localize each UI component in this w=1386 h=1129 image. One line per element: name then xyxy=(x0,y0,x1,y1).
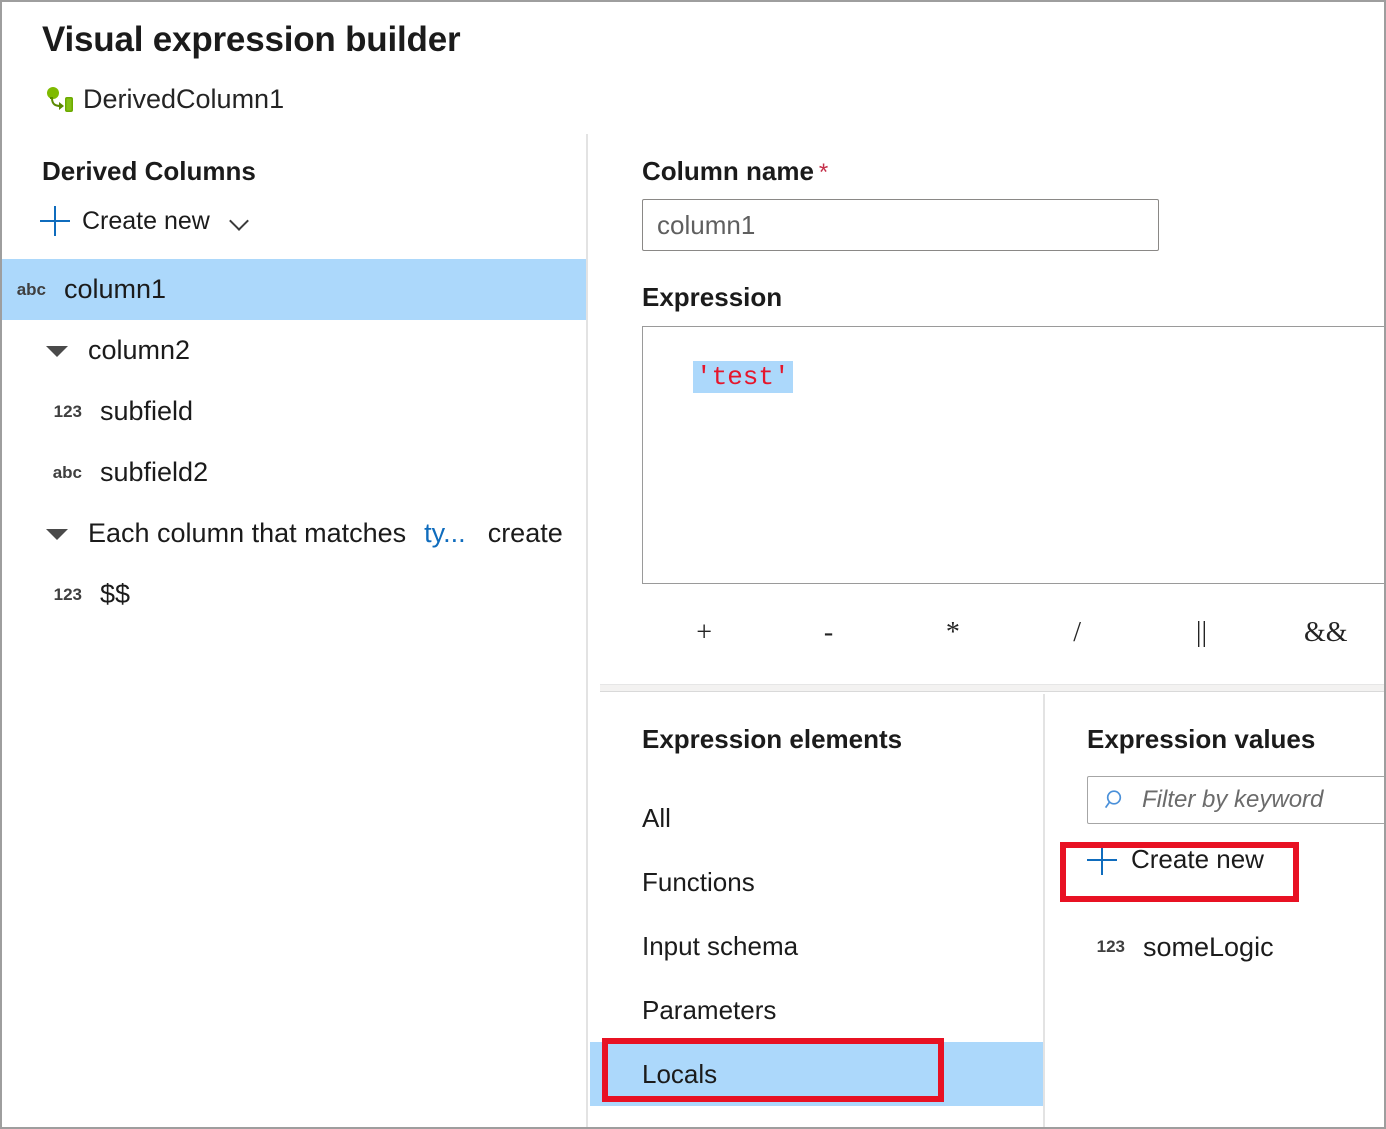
expression-element-input-schema[interactable]: Input schema xyxy=(590,914,1043,978)
column-name-input[interactable] xyxy=(642,199,1159,251)
expression-form-panel: Column name* Expression 'test' + - * / |… xyxy=(590,134,1386,686)
filter-search-box[interactable] xyxy=(1087,776,1386,824)
expression-values-panel: Expression values Create new 123 someLog… xyxy=(1045,694,1386,1129)
header: Visual expression builder DerivedColumn1 xyxy=(2,2,1384,134)
derived-column-icon xyxy=(46,87,74,113)
page-title: Visual expression builder xyxy=(42,20,460,60)
tree-item-column2[interactable]: column2 xyxy=(2,320,586,381)
filter-input[interactable] xyxy=(1140,785,1386,815)
expression-label: Expression xyxy=(642,282,782,313)
type-badge-123: 123 xyxy=(1045,937,1125,957)
operator-divide-button[interactable]: / xyxy=(1015,617,1139,649)
operator-multiply-button[interactable]: * xyxy=(891,617,1015,649)
tree-item-label: subfield xyxy=(100,396,193,427)
expression-element-all[interactable]: All xyxy=(590,786,1043,850)
type-badge-abc: abc xyxy=(38,463,82,483)
type-badge-abc: abc xyxy=(2,280,46,300)
expression-elements-heading: Expression elements xyxy=(642,724,902,755)
tree-item-label: column2 xyxy=(88,335,190,366)
expression-code-text: 'test' xyxy=(693,361,793,393)
required-asterisk: * xyxy=(819,159,828,186)
chevron-down-icon[interactable] xyxy=(230,214,252,228)
pattern-match-expression-link[interactable]: ty... xyxy=(424,518,466,549)
caret-down-icon[interactable] xyxy=(46,340,68,362)
tree-item-dollar-dollar[interactable]: 123 $$ xyxy=(2,564,586,625)
derived-columns-panel: Derived Columns Create new abc column1 c… xyxy=(2,134,588,1129)
expression-value-somelogic[interactable]: 123 someLogic xyxy=(1045,922,1386,972)
derived-columns-tree: abc column1 column2 123 subfield abc sub… xyxy=(2,259,586,625)
tree-item-label: $$ xyxy=(100,579,130,610)
create-new-label: Create new xyxy=(82,207,210,236)
expression-editor[interactable]: 'test' xyxy=(642,326,1386,584)
plus-icon xyxy=(40,206,70,236)
tree-item-subfield[interactable]: 123 subfield xyxy=(2,381,586,442)
derived-columns-heading: Derived Columns xyxy=(42,156,256,187)
tree-item-column-pattern-rule[interactable]: Each column that matches ty... create xyxy=(2,503,586,564)
expression-elements-panel: Expression elements All Functions Input … xyxy=(590,694,1045,1129)
tree-item-label: column1 xyxy=(64,274,166,305)
tree-item-subfield2[interactable]: abc subfield2 xyxy=(2,442,586,503)
section-divider xyxy=(600,684,1386,692)
caret-down-icon[interactable] xyxy=(46,523,68,545)
expression-value-label: someLogic xyxy=(1143,932,1274,963)
create-new-local-button[interactable]: Create new xyxy=(1087,844,1264,875)
column-name-label: Column name* xyxy=(642,156,828,187)
create-new-derived-column-button[interactable]: Create new xyxy=(40,206,252,236)
tree-item-label: subfield2 xyxy=(100,457,208,488)
tree-item-column1[interactable]: abc column1 xyxy=(2,259,586,320)
type-badge-123: 123 xyxy=(38,585,82,605)
plus-icon xyxy=(1087,845,1117,875)
tree-item-label: Each column that matches xyxy=(88,518,406,549)
type-badge-123: 123 xyxy=(38,402,82,422)
operator-or-button[interactable]: || xyxy=(1139,617,1263,649)
create-new-label: Create new xyxy=(1131,844,1264,875)
breadcrumb: DerivedColumn1 xyxy=(46,84,284,115)
expression-elements-list: All Functions Input schema Parameters Lo… xyxy=(590,786,1043,1106)
search-icon xyxy=(1104,788,1128,812)
expression-element-locals[interactable]: Locals xyxy=(590,1042,1043,1106)
expression-element-functions[interactable]: Functions xyxy=(590,850,1043,914)
visual-expression-builder-window: Visual expression builder DerivedColumn1… xyxy=(0,0,1386,1129)
breadcrumb-label: DerivedColumn1 xyxy=(83,84,284,115)
expression-values-heading: Expression values xyxy=(1087,724,1315,755)
operator-minus-button[interactable]: - xyxy=(766,617,890,649)
column-name-label-text: Column name xyxy=(642,156,814,186)
expression-browser: Expression elements All Functions Input … xyxy=(590,694,1386,1129)
expression-element-parameters[interactable]: Parameters xyxy=(590,978,1043,1042)
operator-and-button[interactable]: && xyxy=(1264,617,1386,649)
pattern-rule-tail-text: create xyxy=(488,518,563,549)
operator-plus-button[interactable]: + xyxy=(642,617,766,649)
operator-toolbar: + - * / || && xyxy=(642,604,1386,662)
expression-values-list: 123 someLogic xyxy=(1045,922,1386,972)
